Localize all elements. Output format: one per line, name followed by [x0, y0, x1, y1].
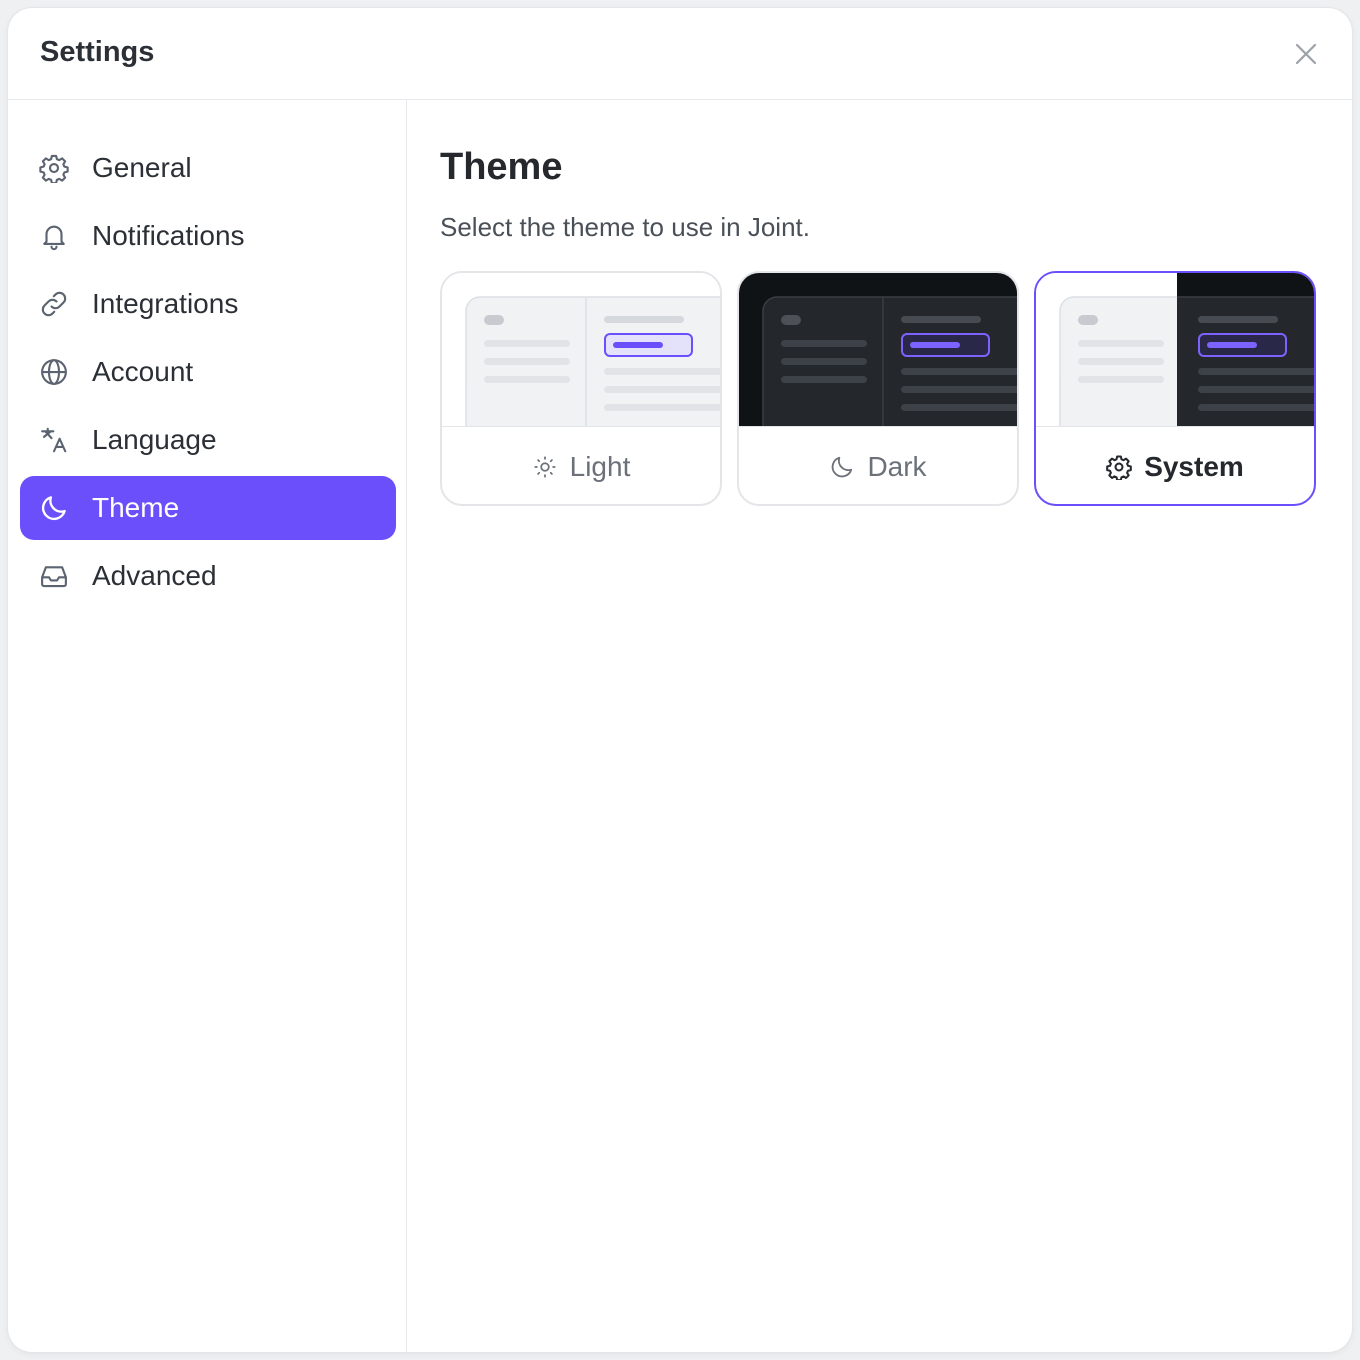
gear-icon — [38, 152, 70, 184]
dark-preview — [739, 273, 1017, 426]
sidebar-item-notifications[interactable]: Notifications — [20, 204, 396, 268]
sidebar-item-label: Notifications — [92, 220, 245, 251]
theme-option-footer: System — [1036, 426, 1314, 504]
theme-option-label: System — [1144, 451, 1244, 482]
translate-icon — [38, 424, 70, 456]
link-icon — [38, 288, 70, 320]
close-icon — [1295, 43, 1317, 65]
moon-icon — [832, 456, 853, 478]
theme-panel: Theme Select the theme to use in Joint. — [407, 100, 1352, 1352]
sidebar-item-label: Integrations — [92, 288, 239, 319]
sidebar-item-advanced[interactable]: Advanced — [20, 544, 396, 608]
section-description: Select the theme to use in Joint. — [440, 212, 810, 242]
sidebar-item-account[interactable]: Account — [20, 340, 396, 404]
section-title: Theme — [440, 146, 563, 188]
theme-option-dark[interactable]: Dark — [737, 271, 1019, 506]
sidebar-item-theme[interactable]: Theme — [20, 476, 396, 540]
sun-icon — [534, 456, 556, 478]
system-preview — [1036, 273, 1314, 426]
inbox-icon — [38, 560, 70, 592]
settings-dialog: Settings General Notifications Integrati… — [8, 8, 1352, 1352]
sidebar-item-label: Account — [92, 356, 194, 387]
theme-option-label: Dark — [867, 451, 927, 482]
light-preview — [442, 273, 720, 426]
sidebar-item-label: General — [92, 152, 192, 183]
sidebar-item-general[interactable]: General — [20, 136, 396, 200]
bell-icon — [38, 220, 70, 252]
sidebar-item-language[interactable]: Language — [20, 408, 396, 472]
theme-option-label: Light — [569, 451, 631, 482]
sidebar-item-label: Theme — [92, 492, 180, 523]
theme-option-light[interactable]: Light — [440, 271, 722, 506]
theme-option-system[interactable]: System — [1034, 271, 1316, 506]
close-button[interactable] — [1288, 36, 1324, 72]
sidebar-item-integrations[interactable]: Integrations — [20, 272, 396, 336]
theme-option-footer: Dark — [739, 426, 1017, 504]
settings-sidebar: General Notifications Integrations Accou… — [8, 100, 407, 1352]
dialog-title: Settings — [40, 36, 155, 68]
globe-icon — [38, 356, 70, 388]
sidebar-item-label: Language — [92, 424, 217, 455]
moon-icon — [38, 492, 70, 524]
theme-option-footer: Light — [442, 426, 720, 504]
gear-icon — [1106, 455, 1133, 480]
dialog-header: Settings — [8, 8, 1352, 100]
sidebar-item-label: Advanced — [92, 560, 217, 591]
